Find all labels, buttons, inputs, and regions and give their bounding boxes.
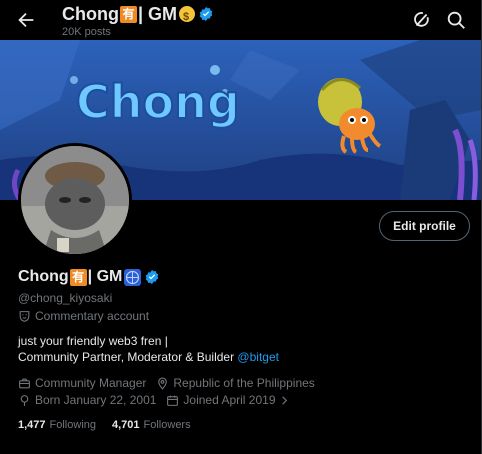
followers-label[interactable]: Followers — [144, 419, 191, 431]
calendar-icon — [167, 395, 179, 406]
birthday-label: Born January 22, 2001 — [35, 393, 157, 407]
bio-mention-link[interactable]: @bitget — [237, 350, 279, 364]
bio-line-2-text: Community Partner, Moderator & Builder — [18, 350, 238, 364]
category-icon — [19, 310, 30, 322]
chevron-right-icon — [281, 395, 287, 405]
profile-handle: @chong_kiyosaki — [18, 291, 113, 305]
profile-meta-row-2: Born January 22, 2001 Joined April 2019 — [18, 393, 304, 407]
job-label: Community Manager — [35, 376, 147, 390]
bio-line-2: Community Partner, Moderator & Builder @… — [18, 350, 279, 364]
following-count[interactable]: 1,477 — [18, 419, 46, 431]
back-arrow-icon[interactable] — [15, 9, 37, 31]
profile-category: Commentary account — [18, 309, 149, 323]
header-title-block: Chong 有 | GM 20K posts — [62, 3, 214, 38]
job-item: Community Manager — [18, 376, 146, 390]
location-icon — [158, 377, 168, 390]
post-count: 20K posts — [62, 26, 111, 38]
joined-item[interactable]: Joined April 2019 — [166, 393, 293, 407]
search-icon[interactable] — [445, 9, 467, 31]
birthday-item: Born January 22, 2001 — [18, 393, 156, 407]
avatar[interactable] — [18, 143, 132, 257]
top-bar: Chong 有 | GM 20K posts — [0, 0, 482, 40]
header-name-part1: Chong — [62, 4, 119, 24]
briefcase-icon — [19, 378, 30, 388]
globe-emoji-icon — [124, 268, 142, 286]
header-name-part2: | GM — [137, 4, 178, 24]
header-cjk-emoji: 有 — [119, 5, 137, 23]
header-name: Chong 有 | GM — [62, 3, 214, 28]
followers-count[interactable]: 4,701 — [112, 419, 140, 431]
verified-badge-icon — [199, 7, 213, 21]
edit-profile-button[interactable]: Edit profile — [379, 211, 470, 241]
verified-badge-icon[interactable] — [144, 269, 160, 285]
following-label[interactable]: Following — [50, 419, 96, 431]
profile-name-part1: Chong — [18, 268, 69, 285]
joined-label: Joined April 2019 — [183, 393, 276, 407]
profile-name-part2: | GM — [87, 268, 123, 285]
birthday-icon — [20, 394, 29, 406]
category-label: Commentary account — [35, 309, 150, 323]
location-item: Republic of the Philippines — [156, 376, 315, 390]
grok-icon[interactable] — [411, 9, 433, 31]
profile-meta-row-1: Community Manager Republic of the Philip… — [18, 376, 325, 390]
location-label: Republic of the Philippines — [173, 376, 315, 390]
follow-stats: 1,477 Following 4,701 Followers — [18, 419, 207, 431]
avatar-image — [21, 146, 129, 254]
profile-name: Chong 有 | GM — [18, 268, 160, 286]
banner-title: Chong — [76, 75, 240, 129]
profile-cjk-emoji: 有 — [69, 268, 87, 286]
money-face-emoji-icon — [179, 6, 196, 28]
bio-line-1: just your friendly web3 fren | — [18, 334, 168, 348]
